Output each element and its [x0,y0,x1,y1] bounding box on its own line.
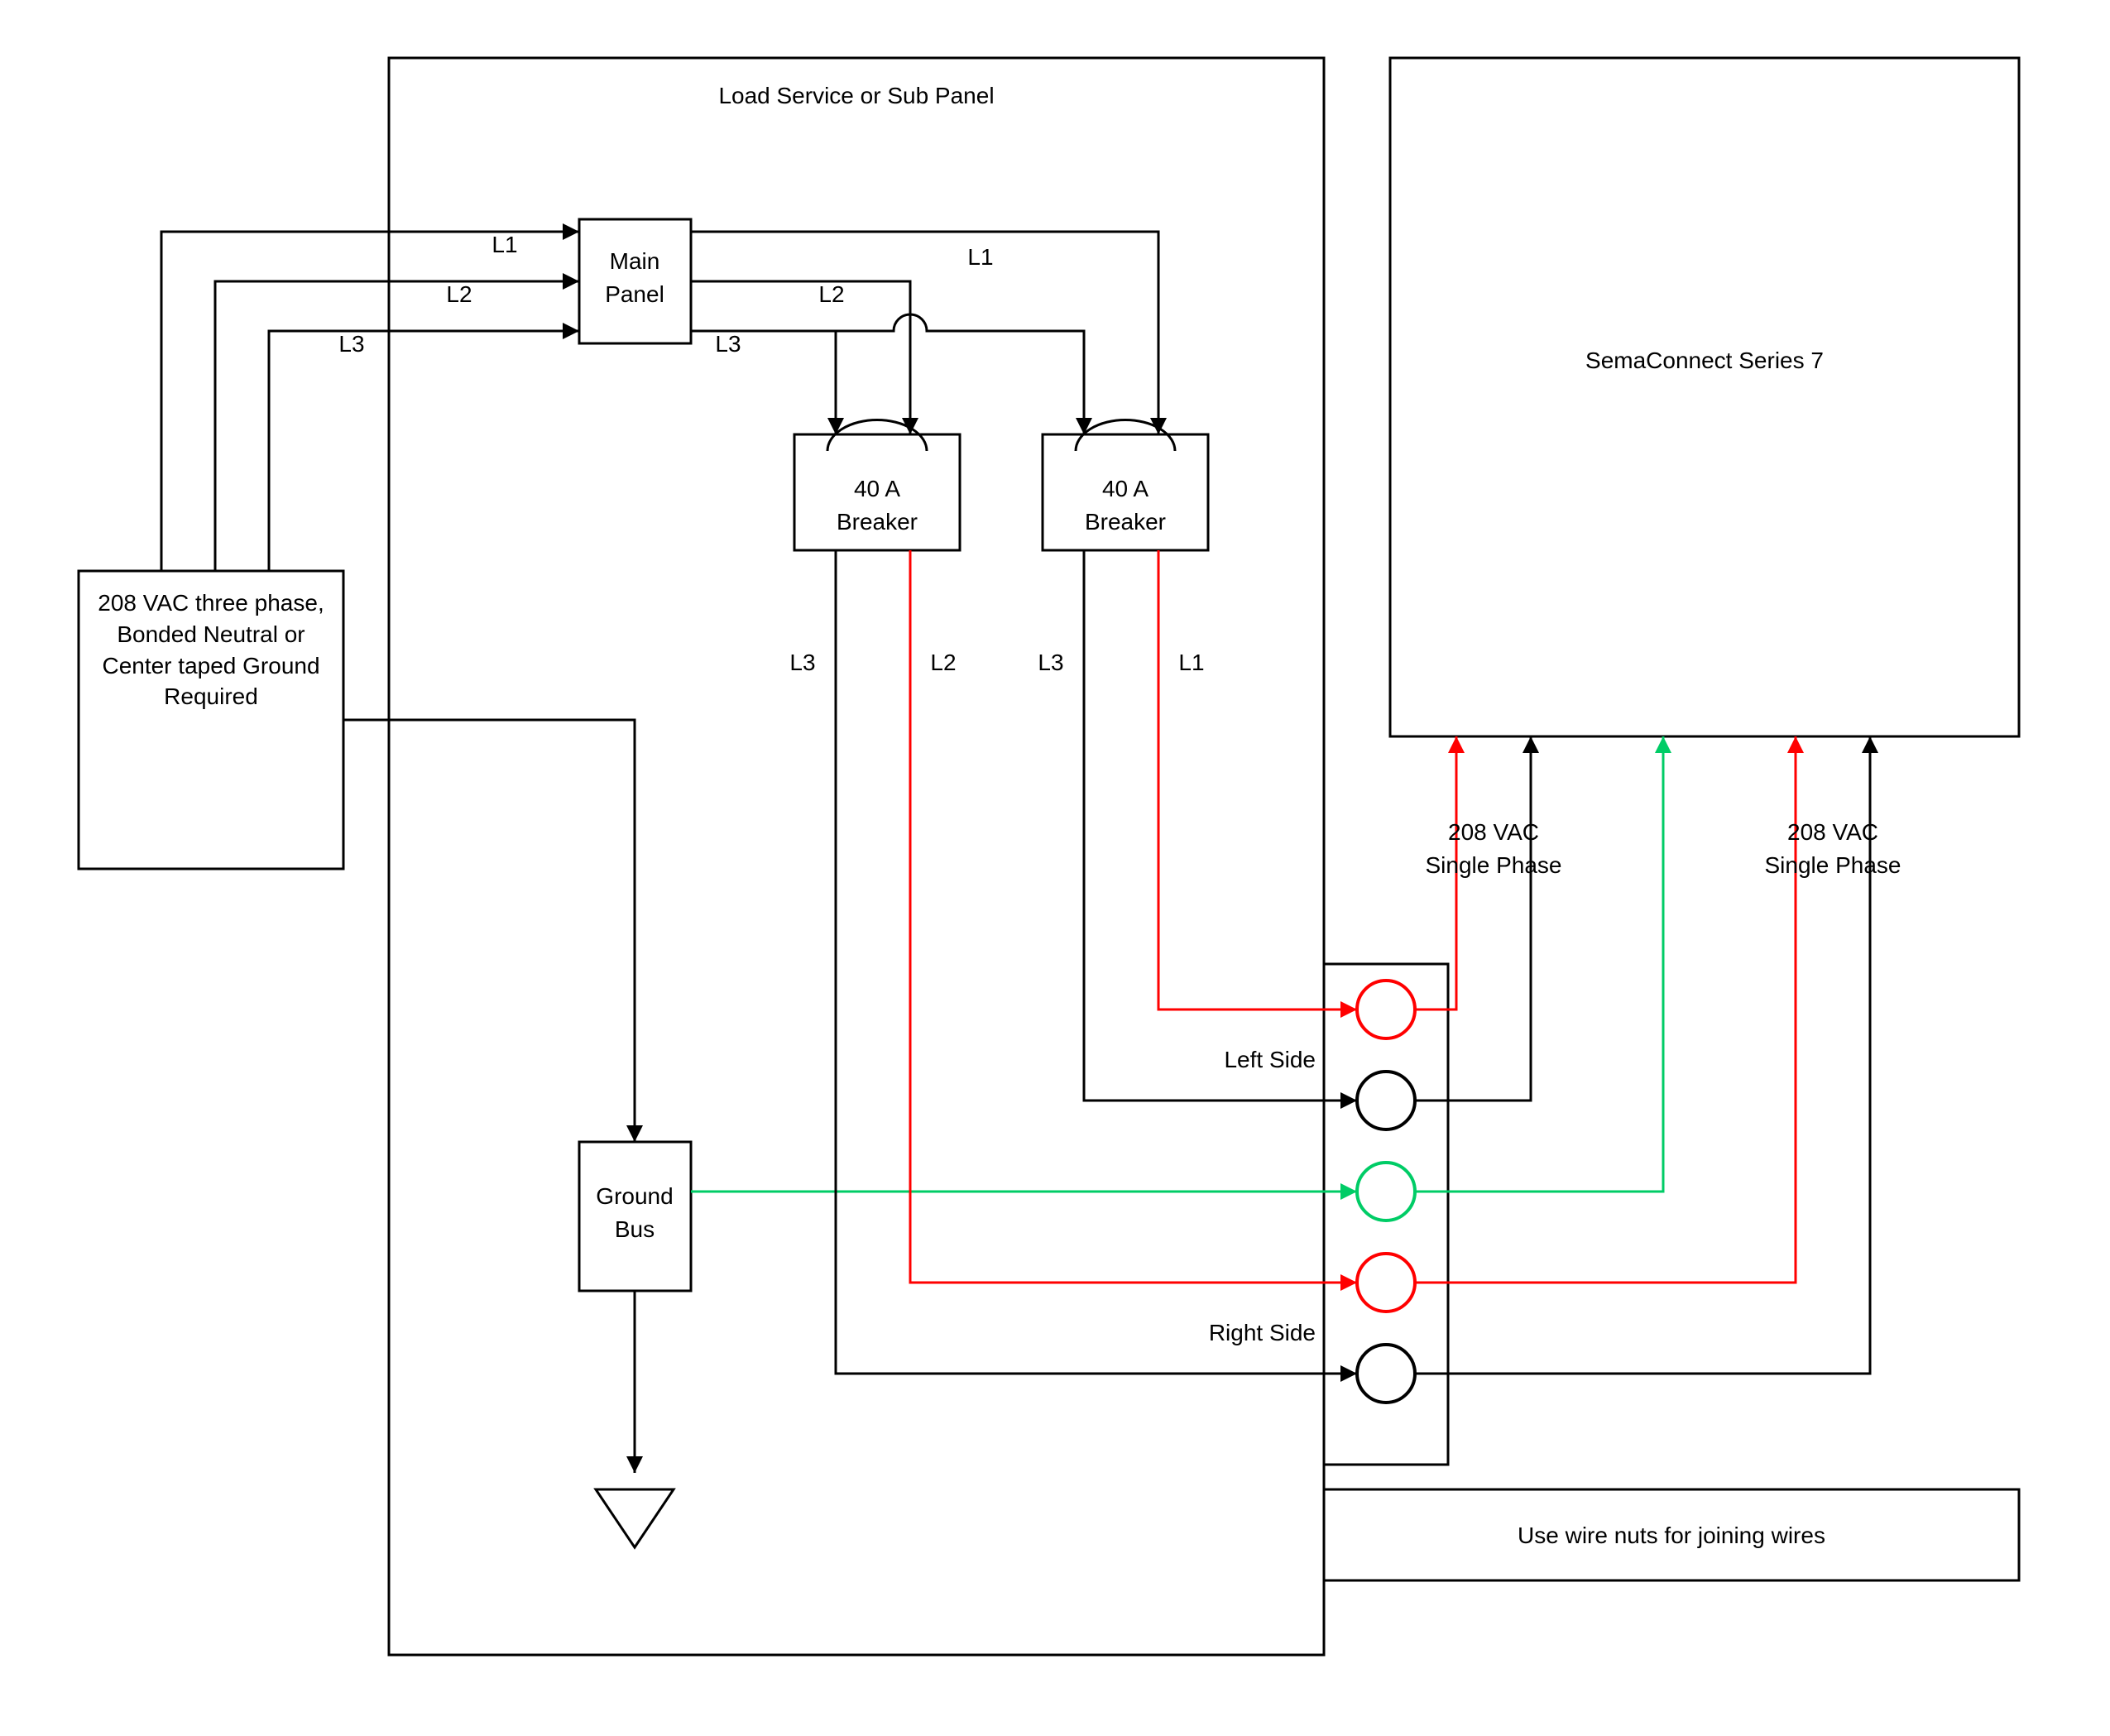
right-side-label: Right Side [1209,1320,1316,1345]
single-phase-2b: Single Phase [1764,852,1901,878]
arrow [1523,736,1539,753]
arrow [1340,1092,1357,1109]
arrow [563,323,579,339]
main-panel-label: Main [610,248,660,274]
label-bl-L2: L2 [930,650,956,675]
arrow [1340,1274,1357,1291]
wiring-diagram: Load Service or Sub Panel 208 VAC three … [0,0,2110,1736]
left-side-label: Left Side [1224,1047,1316,1072]
label-L2-in: L2 [446,281,472,307]
wire-L3r-to-node2 [1084,745,1357,1101]
arrow [1340,1365,1357,1382]
label-br-L3: L3 [1038,650,1063,675]
terminal-node-5-black [1357,1345,1415,1403]
wire-L3-out-left [691,331,836,434]
label-br-L1: L1 [1178,650,1204,675]
arrow [1340,1001,1357,1018]
terminal-node-4-red [1357,1254,1415,1312]
ground-bus-line2: Bus [615,1216,655,1242]
arrow [1448,736,1465,753]
label-L3-out: L3 [715,331,741,357]
arrow [563,223,579,240]
label-L1-in: L1 [492,232,517,257]
source-label: 208 VAC three phase, Bonded Neutral or C… [87,587,335,712]
ground-bus-line1: Ground [596,1183,673,1209]
label-bl-L3: L3 [789,650,815,675]
breaker-right-line1: 40 A [1102,476,1149,501]
arrow [1787,736,1804,753]
terminal-node-2-black [1357,1072,1415,1129]
label-L3-in: L3 [338,331,364,357]
wire-L2-to-node4 [910,745,1357,1283]
wire-node2-up [1415,736,1531,1101]
device-label: SemaConnect Series 7 [1585,348,1824,373]
wire-L3-in [269,331,579,571]
arrow [1862,736,1878,753]
wire-nuts-label: Use wire nuts for joining wires [1518,1523,1825,1548]
wire-node3-up [1415,736,1663,1192]
sub-panel-title: Load Service or Sub Panel [718,83,994,108]
wire-source-to-ground [343,720,635,1142]
wire-L3-out-right [836,314,1084,434]
arrow [626,1456,643,1473]
sub-panel-box [389,58,1324,1655]
breaker-right-line2: Breaker [1085,509,1166,535]
single-phase-1b: Single Phase [1425,852,1561,878]
wire-L1-out [691,232,1158,434]
single-phase-1a: 208 VAC [1448,819,1539,845]
breaker-left-line2: Breaker [837,509,918,535]
breaker-left-line1: 40 A [854,476,900,501]
main-panel-label2: Panel [605,281,664,307]
arrow [563,273,579,290]
terminal-node-3-green [1357,1163,1415,1220]
ground-symbol [596,1489,674,1547]
arrow [1655,736,1671,753]
wire-node4-up [1415,736,1796,1283]
single-phase-2a: 208 VAC [1787,819,1878,845]
arrow [626,1125,643,1142]
arrow [1340,1183,1357,1200]
label-L2-out: L2 [818,281,844,307]
terminal-node-1-red [1357,981,1415,1038]
wire-L2-out [691,281,910,434]
arrow [1076,418,1092,434]
label-L1-out: L1 [967,244,993,270]
wire-L1-to-node1 [1158,745,1357,1009]
arrow [827,418,844,434]
device-box [1390,58,2019,736]
